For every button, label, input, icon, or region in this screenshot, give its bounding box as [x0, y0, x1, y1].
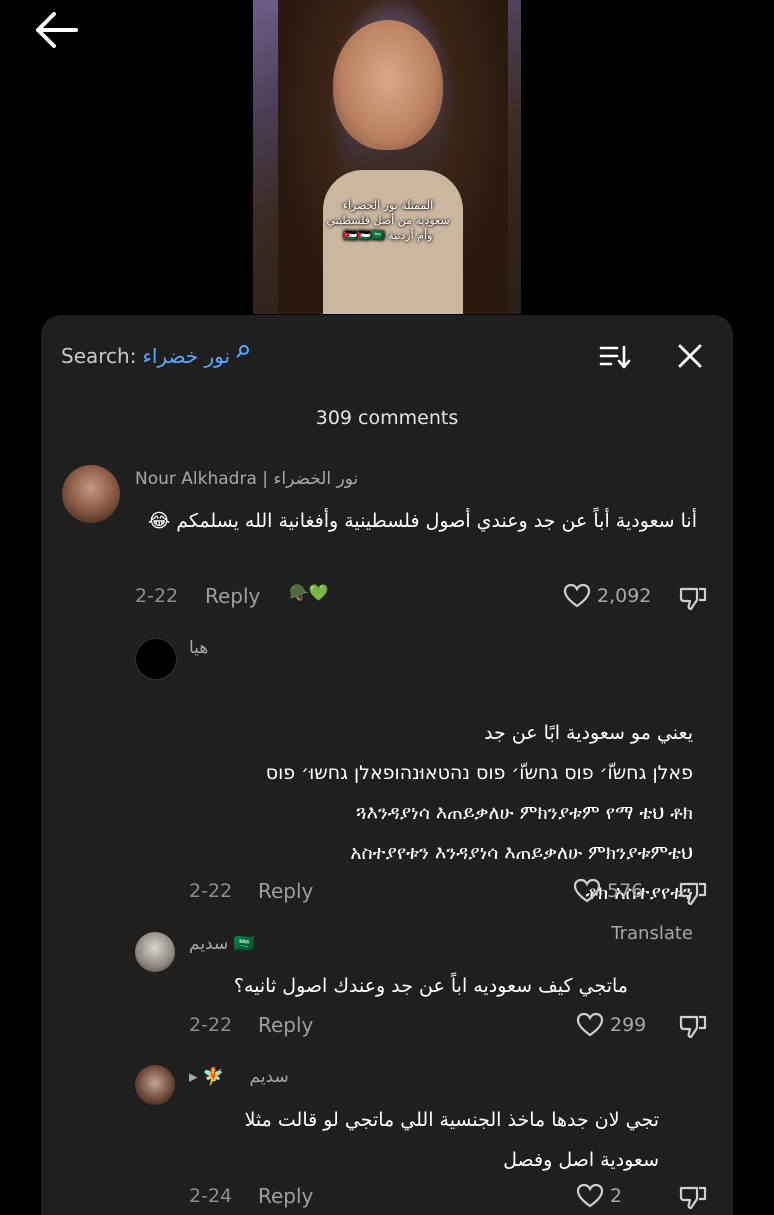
- like-button[interactable]: 299: [576, 1012, 646, 1038]
- video-caption-line: وأم أردنية 🇯🇴🇵🇸🇸🇦: [343, 229, 433, 242]
- comment-author[interactable]: سديم 🧚 ▸: [189, 1067, 289, 1087]
- comment-text: يعني مو سعودية ابًا عن جد פאלן גחשוّ׳ פו…: [181, 673, 693, 954]
- like-button[interactable]: 576: [573, 878, 643, 904]
- reply-button[interactable]: Reply: [205, 584, 260, 608]
- comment-date: 2-22: [135, 585, 179, 607]
- like-button[interactable]: 2: [576, 1183, 622, 1209]
- reply-button[interactable]: Reply: [258, 879, 313, 903]
- sort-icon[interactable]: [599, 343, 631, 371]
- dislike-icon[interactable]: [679, 1184, 707, 1210]
- creator-liked-badge: 🪖💚: [289, 583, 329, 602]
- like-count: 2,092: [597, 585, 652, 607]
- like-button[interactable]: 2,092: [563, 583, 651, 609]
- dislike-icon[interactable]: [679, 1013, 707, 1039]
- search-label: Search:: [61, 344, 137, 368]
- comment-author-name: سديم: [189, 934, 229, 954]
- dislike-icon[interactable]: [679, 880, 707, 906]
- comment-date: 2-24: [189, 1185, 233, 1207]
- avatar[interactable]: [135, 932, 175, 972]
- search-query: نور خضراء: [142, 344, 231, 368]
- comment-date: 2-22: [189, 1014, 233, 1036]
- like-count: 2: [610, 1185, 623, 1207]
- butterfly-icon: 🧚 ▸: [189, 1067, 225, 1087]
- comment-text: أنا سعودية أباً عن جد وعندي أصول فلسطيني…: [147, 510, 697, 532]
- reply-button[interactable]: Reply: [258, 1184, 313, 1208]
- heart-icon: [573, 878, 601, 903]
- comment-author-name: سديم: [249, 1067, 289, 1087]
- search-icon: [236, 345, 250, 358]
- flag-icon: 🇸🇦: [233, 934, 255, 954]
- video-thumbnail[interactable]: الممثلة نور الخضراء سعودية من أصل فلسطين…: [253, 0, 521, 314]
- video-image-face: [333, 20, 443, 150]
- close-icon[interactable]: [677, 343, 703, 369]
- heart-icon: [576, 1183, 604, 1208]
- comment-text: تجي لان جدها ماخذ الجنسية اللي ماتجي لو …: [244, 1109, 659, 1171]
- video-caption-line: الممثلة نور الخضراء: [342, 199, 434, 212]
- avatar[interactable]: [135, 638, 177, 680]
- like-count: 576: [607, 880, 644, 902]
- comments-sheet: Search: نور خضراء 309 comments Nour Alkh…: [41, 315, 733, 1215]
- comment-author[interactable]: هيا: [189, 638, 208, 658]
- dislike-icon[interactable]: [679, 585, 707, 611]
- heart-icon: [576, 1012, 604, 1037]
- translate-link[interactable]: Translate: [611, 923, 693, 944]
- heart-icon: [563, 583, 591, 608]
- like-count: 299: [610, 1014, 647, 1036]
- comment-date: 2-22: [189, 880, 233, 902]
- video-caption-line: سعودية من أصل فلسطيني: [326, 214, 450, 227]
- avatar[interactable]: [135, 1065, 175, 1105]
- comment-author[interactable]: 🇸🇦 سديم: [189, 934, 255, 954]
- avatar[interactable]: [62, 465, 120, 523]
- comment-text: ماتجي كيف سعوديه اباً عن جد وعندك اصول ث…: [233, 975, 628, 997]
- reply-button[interactable]: Reply: [258, 1013, 313, 1037]
- comments-count: 309 comments: [315, 407, 459, 429]
- video-caption: الممثلة نور الخضراء سعودية من أصل فلسطين…: [293, 198, 483, 243]
- comment-text-content: يعني مو سعودية ابًا عن جد פאלן גחשוّ׳ פו…: [265, 722, 693, 904]
- comment-author[interactable]: Nour Alkhadra | نور الخضراء: [135, 469, 358, 489]
- search-bar[interactable]: Search: نور خضراء: [61, 341, 250, 371]
- back-arrow-icon[interactable]: [32, 10, 80, 50]
